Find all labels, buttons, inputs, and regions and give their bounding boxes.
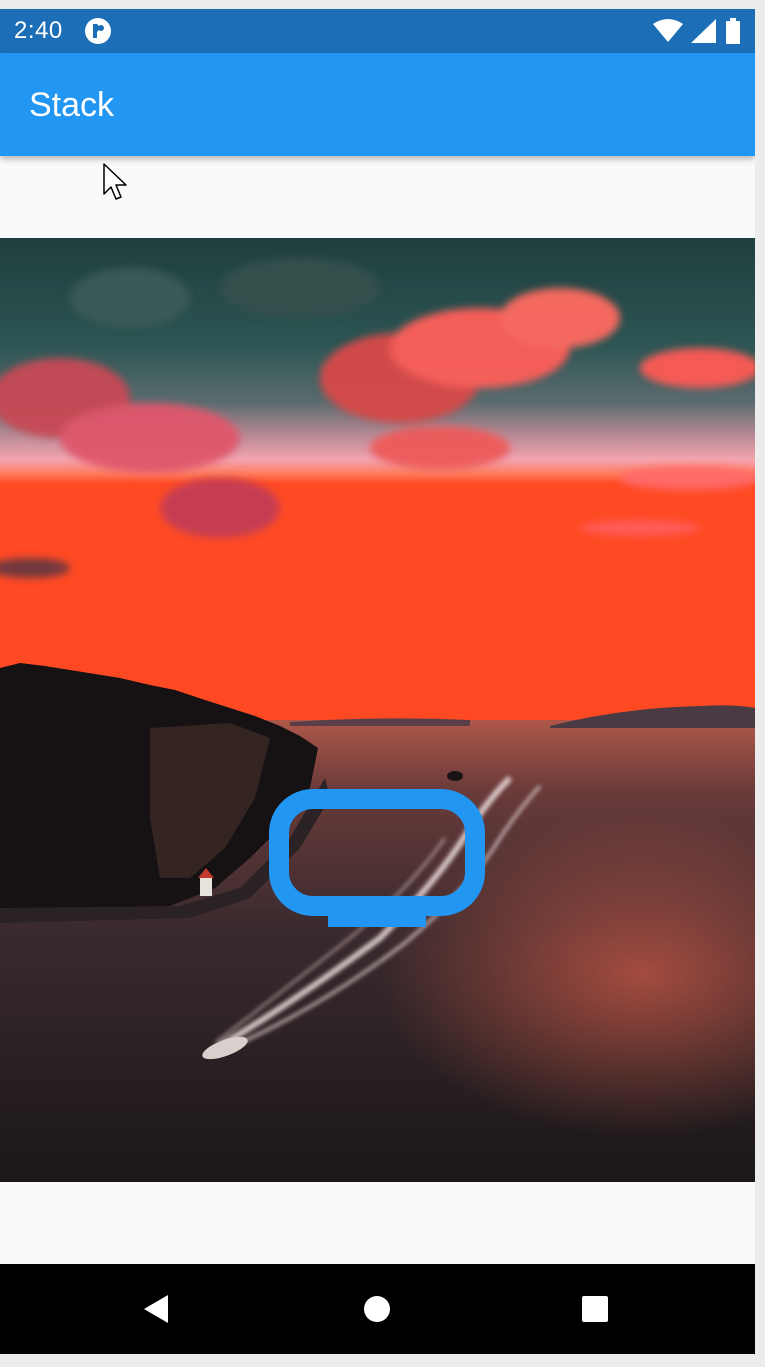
cellular-signal-icon [691,19,716,43]
battery-icon [726,18,740,44]
wifi-icon [653,19,683,42]
page-title: Stack [29,86,115,124]
tv-icon [269,789,485,927]
notification-app-icon [85,18,111,44]
status-icons [653,18,741,44]
device-screen: 2:40 Stack [0,9,755,1354]
status-bar: 2:40 [0,9,755,53]
back-icon[interactable] [138,1290,176,1328]
home-icon[interactable] [358,1290,396,1328]
status-time: 2:40 [14,17,63,44]
stack-content [0,156,755,1264]
app-bar: Stack [0,53,755,156]
navigation-bar [0,1264,755,1354]
mouse-cursor-icon [103,163,127,200]
sunset-seascape-image [0,238,755,1182]
recents-icon[interactable] [576,1290,614,1328]
